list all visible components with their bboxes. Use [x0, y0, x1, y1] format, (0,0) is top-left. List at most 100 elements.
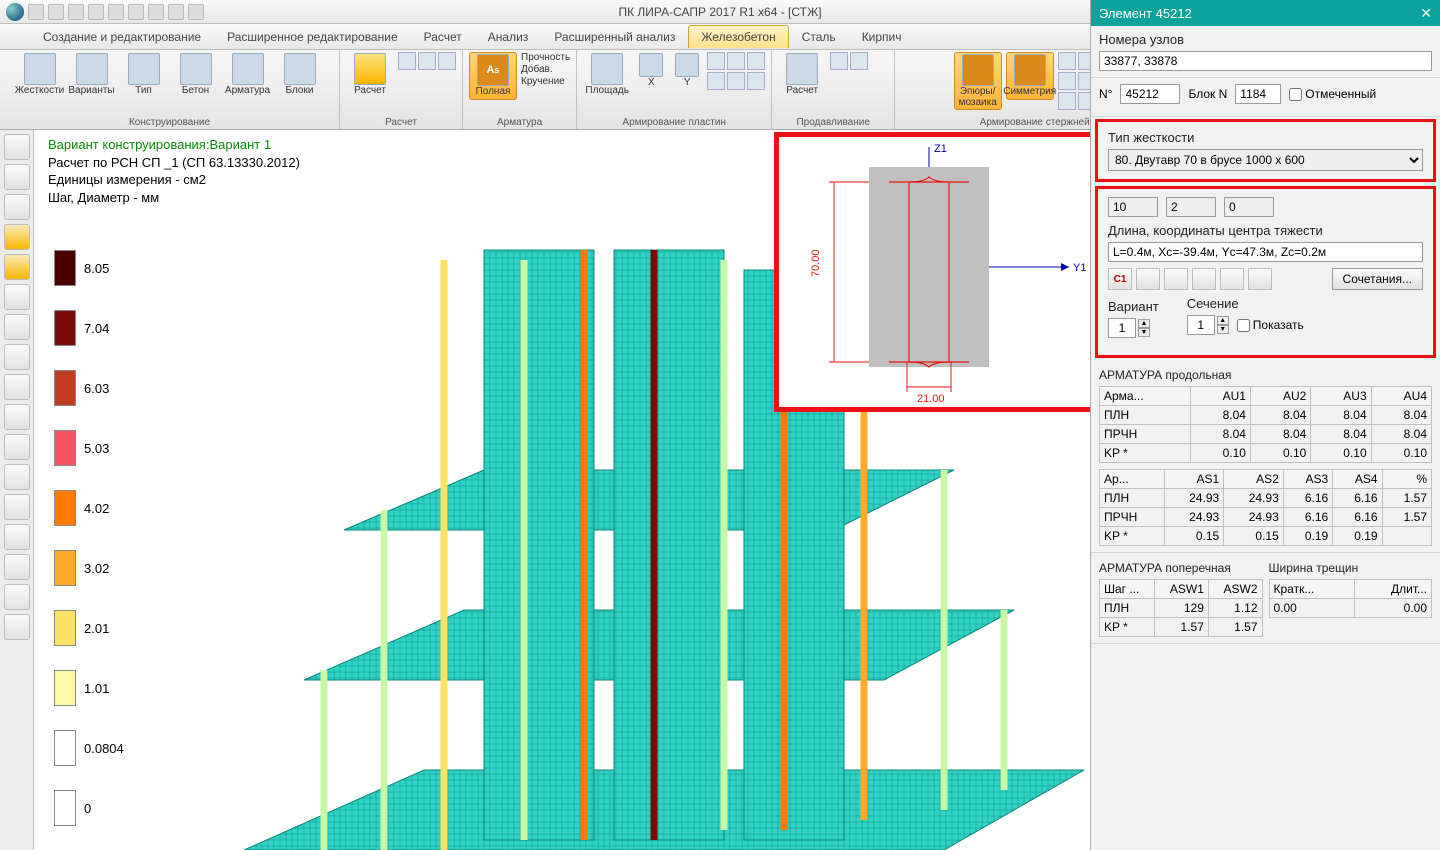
tool-e-icon[interactable] — [1248, 268, 1272, 290]
menu-tab[interactable]: Расширенный анализ — [541, 25, 688, 48]
nodes-field[interactable] — [1099, 51, 1432, 71]
brush-tool-icon[interactable] — [4, 614, 30, 640]
legend-value: 7.04 — [84, 321, 109, 336]
ribbon-icon — [180, 53, 212, 85]
panel-header: Элемент 45212 ✕ — [1091, 0, 1440, 26]
circle-minus-tool-icon[interactable] — [4, 314, 30, 340]
color-legend: 8.057.046.035.034.023.022.011.010.08040 — [54, 250, 124, 826]
tool-d-icon[interactable] — [1220, 268, 1244, 290]
rotate-tool-icon[interactable] — [4, 374, 30, 400]
lightning-icon — [354, 53, 386, 85]
down-icon[interactable]: ▼ — [1138, 328, 1150, 337]
axis-y-label: Y1 — [1073, 262, 1086, 274]
qat-undo-icon[interactable] — [88, 4, 104, 20]
ortho-field — [1224, 197, 1274, 217]
funnel-tool-icon[interactable] — [4, 404, 30, 430]
x-button[interactable]: X — [635, 52, 667, 90]
qat-save-icon[interactable] — [68, 4, 84, 20]
element-tool-icon[interactable] — [4, 434, 30, 460]
menu-tab[interactable]: Расширенное редактирование — [214, 25, 411, 48]
qat-redo-icon[interactable] — [108, 4, 124, 20]
c1-button[interactable]: C1 — [1108, 268, 1132, 290]
up-icon[interactable]: ▲ — [1138, 319, 1150, 328]
marked-checkbox[interactable]: Отмеченный — [1289, 87, 1376, 101]
element-panel: Элемент 45212 ✕ Номера узлов N° Блок N О… — [1090, 0, 1440, 850]
frame-tool-icon[interactable] — [4, 464, 30, 490]
ksech-field — [1166, 197, 1216, 217]
ribbon-button[interactable]: Жесткости — [16, 52, 64, 98]
viewport[interactable]: Вариант конструирования:Вариант 1 Расчет… — [34, 130, 1090, 850]
qat-cube3-icon[interactable] — [168, 4, 184, 20]
legend-value: 1.01 — [84, 681, 109, 696]
block-label: Блок N — [1188, 87, 1227, 101]
tool-b-icon[interactable] — [1164, 268, 1188, 290]
ribbon-button[interactable]: Бетон — [172, 52, 220, 98]
qat-cube2-icon[interactable] — [148, 4, 164, 20]
ribbon-button[interactable]: Блоки — [276, 52, 324, 98]
legend-value: 0.0804 — [84, 741, 124, 756]
qat-cube1-icon[interactable] — [128, 4, 144, 20]
element-number-field[interactable] — [1120, 84, 1180, 104]
legend-value: 4.02 — [84, 501, 109, 516]
tool-a-icon[interactable] — [1136, 268, 1160, 290]
ribbon-icon — [284, 53, 316, 85]
crack-table: Кратк...Длит...0.000.00 — [1269, 579, 1433, 618]
legend-swatch — [54, 670, 76, 706]
ribbon-icon — [232, 53, 264, 85]
dim-height: 70.00 — [810, 249, 822, 277]
menu-tab[interactable]: Железобетон — [688, 25, 788, 48]
menu-tab[interactable]: Создание и редактирование — [30, 25, 214, 48]
tool-c-icon[interactable] — [1192, 268, 1216, 290]
ploshchad-button[interactable]: Площадь — [583, 52, 631, 98]
raschet-button[interactable]: Расчет — [346, 52, 394, 98]
raschet-small-buttons — [398, 52, 456, 70]
prodav-raschet-button[interactable]: Расчет — [778, 52, 826, 98]
qat-open-icon[interactable] — [48, 4, 64, 20]
stiffness-select[interactable]: 80. Двутавр 70 в брусе 1000 x 600 — [1108, 149, 1423, 171]
menu-tab[interactable]: Анализ — [475, 25, 542, 48]
block-number-field[interactable] — [1235, 84, 1281, 104]
up-icon[interactable]: ▲ — [1217, 316, 1229, 325]
simmetriya-button[interactable]: Симметрия — [1006, 52, 1054, 100]
transverse-rebar-label: АРМАТУРА поперечная — [1099, 561, 1263, 575]
variant-spinner[interactable]: ▲▼ — [1108, 318, 1159, 338]
y-button[interactable]: Y — [671, 52, 703, 90]
show-checkbox[interactable]: Показать — [1237, 318, 1304, 332]
legend-swatch — [54, 730, 76, 766]
down-icon[interactable]: ▼ — [1217, 325, 1229, 334]
stiffness-label: Тип жесткости — [1108, 130, 1423, 145]
dim-width: 21.00 — [917, 393, 945, 405]
n-label: N° — [1099, 87, 1112, 101]
pause-tool-icon[interactable] — [4, 284, 30, 310]
crosshair-tool-icon[interactable] — [4, 134, 30, 160]
menu-tab[interactable]: Расчет — [411, 25, 475, 48]
nodes-label: Номера узлов — [1099, 32, 1432, 47]
legend-value: 6.03 — [84, 381, 109, 396]
epury-button[interactable]: Эпюры/ мозаика — [954, 52, 1002, 110]
length-label: Длина, координаты центра тяжести — [1108, 223, 1423, 238]
text-tool-icon[interactable] — [4, 584, 30, 610]
ribbon-button[interactable]: Арматура — [224, 52, 272, 98]
polnaya-button[interactable]: As Полная — [469, 52, 517, 100]
app-title: ПК ЛИРА-САПР 2017 R1 x64 - [СТЖ] — [618, 5, 821, 19]
qat-person-icon[interactable] — [188, 4, 204, 20]
legend-value: 3.02 — [84, 561, 109, 576]
zoom-out-tool-icon[interactable] — [4, 224, 30, 250]
ribbon-button[interactable]: Варианты — [68, 52, 116, 98]
menu-tab[interactable]: Кирпич — [849, 25, 915, 48]
length-field[interactable] — [1108, 242, 1423, 262]
cursor-tool-icon[interactable] — [4, 254, 30, 280]
qat-new-icon[interactable] — [28, 4, 44, 20]
menu-tab[interactable]: Сталь — [789, 25, 849, 48]
stiffness-block: Тип жесткости 80. Двутавр 70 в брусе 100… — [1095, 119, 1436, 182]
pick-tool-icon[interactable] — [4, 554, 30, 580]
section-spinner[interactable]: ▲▼ — [1187, 315, 1229, 335]
combinations-button[interactable]: Сочетания... — [1332, 268, 1423, 290]
zoom-tool-icon[interactable] — [4, 524, 30, 550]
target-tool-icon[interactable] — [4, 344, 30, 370]
grid-tool-icon[interactable] — [4, 194, 30, 220]
pointer-tool-icon[interactable] — [4, 164, 30, 190]
flag-tool-icon[interactable] — [4, 494, 30, 520]
close-icon[interactable]: ✕ — [1420, 5, 1432, 22]
ribbon-button[interactable]: Тип — [120, 52, 168, 98]
